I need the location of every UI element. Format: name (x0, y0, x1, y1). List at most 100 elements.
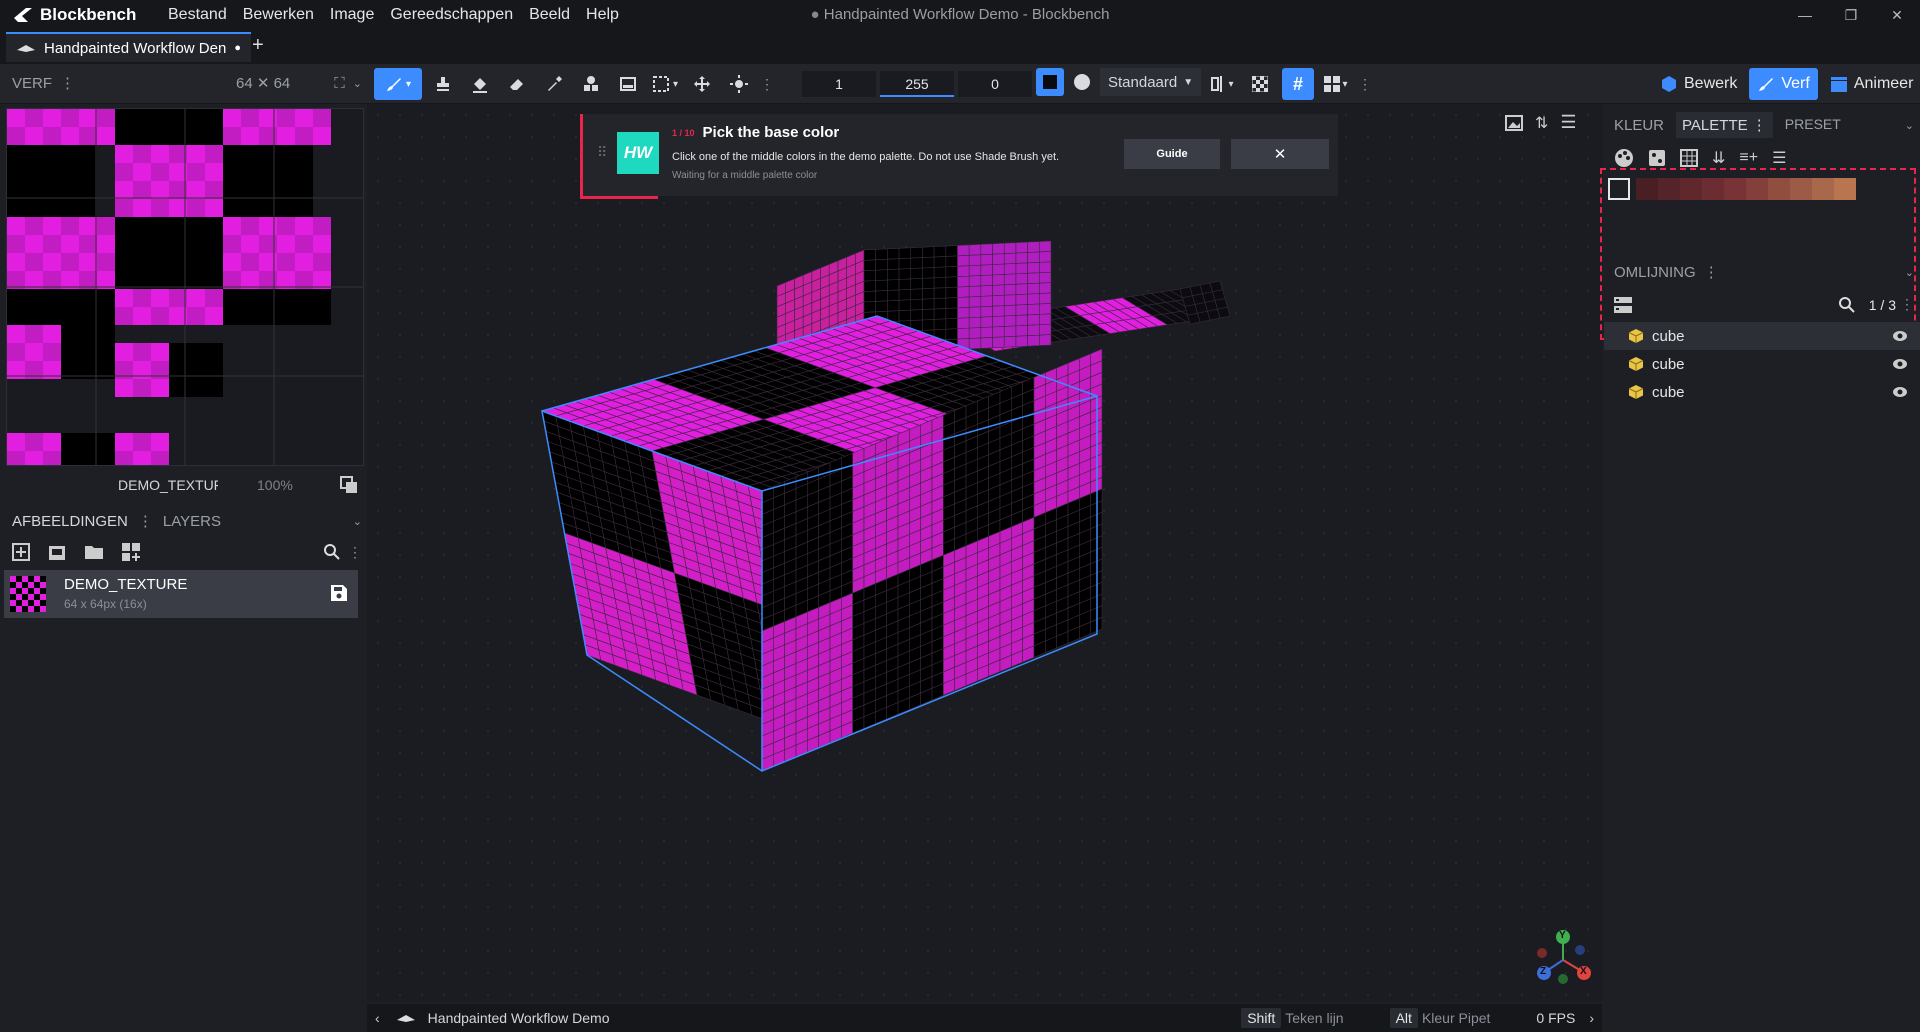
sort-icon[interactable]: ⇅ (1535, 113, 1548, 133)
fill-tool-button[interactable] (464, 68, 496, 100)
cube-icon (1628, 385, 1644, 399)
outliner-more-icon[interactable]: ⋮ (1900, 296, 1914, 313)
palette-swatch[interactable] (1790, 178, 1812, 200)
paint-tools: ▾ ▾ ⋮ (374, 68, 774, 100)
screenshot-icon[interactable] (1505, 114, 1523, 131)
next-chevron-icon[interactable]: › (1589, 1010, 1594, 1026)
tab-palette[interactable]: PALETTE ⋮ (1676, 112, 1773, 138)
checklist-icon[interactable]: ☰ (1772, 148, 1786, 168)
layout-button[interactable]: ▾ (1320, 68, 1352, 100)
texture-grid-icon[interactable] (122, 543, 140, 561)
outliner-search-icon[interactable] (1838, 296, 1855, 313)
collapse-chevron-icon[interactable]: ⌄ (1905, 266, 1914, 279)
panel-menu-icon[interactable]: ⋮ (138, 512, 153, 530)
menu-bestand[interactable]: Bestand (160, 0, 235, 30)
palette-swatch[interactable] (1680, 178, 1702, 200)
paint-mode-button[interactable]: Verf (1749, 68, 1818, 100)
visibility-eye-icon[interactable] (1892, 358, 1908, 370)
toolbar-more-icon[interactable]: ⋮ (760, 76, 774, 93)
outliner-item-cube-3[interactable]: cube (1604, 378, 1920, 406)
eraser-tool-button[interactable] (501, 68, 533, 100)
current-color-swatch[interactable] (1608, 178, 1630, 200)
palette-icon[interactable] (1614, 148, 1634, 168)
outliner-item-cube-1[interactable]: cube (1604, 322, 1920, 350)
sort-palette-icon[interactable]: ⇊ (1712, 148, 1725, 168)
close-window-icon[interactable]: ✕ (1874, 0, 1920, 30)
add-image-icon[interactable] (12, 543, 30, 561)
add-tab-button[interactable]: + (252, 34, 264, 57)
axis-gizmo[interactable]: Y X Z (1533, 928, 1593, 988)
eraser-icon (510, 79, 523, 90)
panel-menu-icon[interactable]: ⋮ (1704, 263, 1719, 281)
mirror-painting-button[interactable]: ▾ (1206, 68, 1238, 100)
brush-size-input[interactable]: 1 (802, 71, 876, 97)
add-color-icon[interactable]: ≡+ (1739, 149, 1758, 167)
project-tab[interactable]: Handpainted Workflow Den ● (6, 32, 251, 62)
tab-preset-library[interactable]: PRESET LIBRARY (1785, 111, 1871, 139)
grid-toggle-button[interactable]: # (1282, 68, 1314, 100)
view-more-icon[interactable]: ⋮ (1358, 76, 1372, 93)
clone-stamp-tool-button[interactable] (427, 68, 459, 100)
palette-swatch[interactable] (1768, 178, 1790, 200)
menu-help[interactable]: Help (578, 0, 627, 30)
minimize-icon[interactable]: — (1782, 0, 1828, 30)
palette-swatch[interactable] (1746, 178, 1768, 200)
search-icon[interactable] (324, 544, 340, 560)
palette-swatch[interactable] (1724, 178, 1746, 200)
palette-swatch[interactable] (1636, 178, 1658, 200)
drag-handle-icon[interactable]: ⠿ (597, 144, 607, 161)
move-tool-button[interactable] (686, 68, 718, 100)
visibility-eye-icon[interactable] (1892, 330, 1908, 342)
menu-gereedschappen[interactable]: Gereedschappen (382, 0, 521, 30)
collapse-chevron-icon[interactable]: ⌄ (353, 77, 362, 90)
palette-swatch[interactable] (1658, 178, 1680, 200)
generate-palette-icon[interactable] (1648, 149, 1666, 167)
outliner-item-cube-2[interactable]: cube (1604, 350, 1920, 378)
tab-layers[interactable]: LAYERS (163, 513, 221, 530)
uv-editor[interactable] (6, 108, 364, 466)
opacity-input[interactable]: 255 (880, 71, 954, 97)
close-tutorial-button[interactable]: ✕ (1231, 139, 1329, 169)
pixel-grid-button[interactable] (1244, 68, 1276, 100)
collapse-chevron-icon[interactable]: ⌄ (353, 515, 362, 528)
images-more-icon[interactable]: ⋮ (348, 544, 362, 561)
round-brush-button[interactable] (1068, 68, 1096, 96)
save-texture-icon[interactable] (330, 584, 348, 602)
gradient-tool-button[interactable] (612, 68, 644, 100)
menu-beeld[interactable]: Beeld (521, 0, 578, 30)
open-folder-icon[interactable] (84, 543, 104, 561)
guide-button[interactable]: Guide (1124, 139, 1220, 169)
brush-tool-button[interactable]: ▾ (374, 68, 422, 100)
tab-afbeeldingen[interactable]: AFBEELDINGEN (12, 513, 128, 530)
square-brush-button[interactable] (1036, 68, 1064, 96)
palette-swatch[interactable] (1702, 178, 1724, 200)
panel-menu-icon[interactable]: ⋮ (60, 74, 75, 92)
shift-hint-label: Teken lijn (1285, 1010, 1344, 1026)
prev-chevron-icon[interactable]: ‹ (375, 1010, 380, 1026)
palette-swatch[interactable] (1834, 178, 1856, 200)
color-picker-tool-button[interactable] (538, 68, 570, 100)
shape-tool-button[interactable] (575, 68, 607, 100)
import-image-icon[interactable] (48, 543, 66, 561)
softness-input[interactable]: 0 (958, 71, 1032, 97)
menu-image[interactable]: Image (322, 0, 382, 30)
cube-label: cube (1652, 383, 1685, 401)
palette-grid-icon[interactable] (1680, 149, 1698, 167)
blend-mode-select[interactable]: Standaard ▼ (1100, 68, 1202, 96)
collapse-chevron-icon[interactable]: ⌄ (1905, 119, 1914, 132)
selection-tool-button[interactable]: ▾ (649, 68, 681, 100)
menu-bewerken[interactable]: Bewerken (235, 0, 322, 30)
tab-kleur[interactable]: KLEUR (1614, 117, 1664, 134)
visibility-eye-icon[interactable] (1892, 386, 1908, 398)
outliner-list-icon[interactable] (1614, 296, 1632, 313)
brightness-tool-button[interactable] (723, 68, 755, 100)
animate-mode-button[interactable]: Animeer (1822, 68, 1920, 100)
edit-mode-button[interactable]: Bewerk (1652, 68, 1745, 100)
hamburger-menu-icon[interactable]: ☰ (1560, 112, 1576, 133)
copy-icon[interactable] (340, 476, 358, 494)
fullscreen-icon[interactable]: ⛶ (334, 75, 345, 92)
palette-swatch[interactable] (1812, 178, 1834, 200)
3d-viewport[interactable] (367, 104, 1602, 1002)
restore-icon[interactable]: ❐ (1828, 0, 1874, 30)
texture-list-item[interactable]: DEMO_TEXTURE 64 x 64px (16x) (4, 570, 358, 618)
